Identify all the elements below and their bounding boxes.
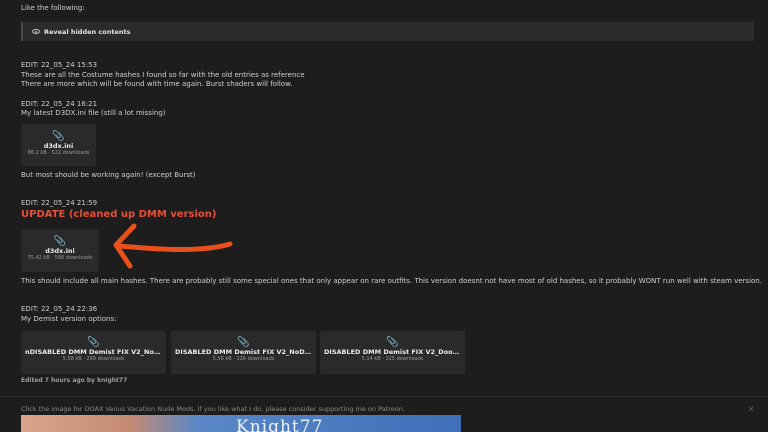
paperclip-icon: 📎	[386, 337, 399, 348]
attachment-meta: 5.56 kB · 226 downloads	[212, 356, 275, 362]
ad-close-icon[interactable]: ×	[748, 405, 754, 413]
ad-text: Click the image for DOAX Venus Vacation …	[21, 405, 405, 413]
attachment-name: nDISABLED DMM Demist FIX V2_NoDoor...	[25, 348, 166, 356]
paperclip-icon: 📎	[53, 236, 67, 247]
post-text: There are more which will be found with …	[21, 80, 293, 88]
post-text: But most should be working again! (excep…	[21, 171, 196, 179]
attachment-meta: 86.2 kB · 522 downloads	[27, 150, 90, 156]
attachment-name: d3dx.ini	[43, 142, 74, 150]
attachment-name: DISABLED DMM Demist FIX V2_NoDoors...	[175, 348, 316, 356]
intro-text: Like the following:	[21, 4, 85, 12]
paperclip-icon: 📎	[87, 337, 100, 348]
post-text: My Demist version options:	[21, 315, 117, 323]
attachment-d3dx-ini[interactable]: 📎 d3dx.ini 86.2 kB · 522 downloads	[21, 124, 96, 166]
edit-timestamp: EDIT: 22_05_24 21:59	[21, 199, 98, 207]
divider	[0, 396, 768, 397]
banner-logo-text: Knight77	[236, 417, 324, 432]
post-text: These are all the Costume hashes I found…	[21, 71, 305, 79]
eye-icon	[32, 29, 40, 34]
post-text: This should include all main hashes. The…	[21, 277, 762, 285]
annotation-arrow	[113, 223, 233, 269]
edited-note: Edited 7 hours ago by knight77	[21, 377, 128, 384]
attachment-name: DISABLED DMM Demist FIX V2_Doors_D...	[324, 348, 465, 356]
edit-timestamp: EDIT: 22_05_24 22:36	[21, 305, 98, 313]
ad-banner[interactable]: Knight77	[21, 415, 461, 432]
edit-timestamp: EDIT: 22_05_24 16:21	[21, 100, 98, 108]
attachment-meta: 5.58 kB · 299 downloads	[62, 356, 125, 362]
reveal-hidden-contents[interactable]: Reveal hidden contents	[21, 22, 754, 41]
edit-timestamp: EDIT: 22_05_24 15:53	[21, 61, 98, 69]
attachment-demist-2[interactable]: 📎 DISABLED DMM Demist FIX V2_NoDoors... …	[171, 331, 316, 374]
attachment-demist-1[interactable]: 📎 nDISABLED DMM Demist FIX V2_NoDoor... …	[21, 331, 166, 374]
post-text: My latest D3DX.ini file (still a lot mis…	[21, 109, 166, 117]
attachment-meta: 75.42 kB · 588 downloads	[27, 255, 93, 261]
reveal-label: Reveal hidden contents	[44, 27, 131, 36]
attachment-name: d3dx.ini	[45, 247, 75, 255]
update-heading: UPDATE (cleaned up DMM version)	[21, 209, 217, 220]
attachment-meta: 5.14 kB · 225 downloads	[361, 356, 424, 362]
paperclip-icon: 📎	[52, 131, 65, 142]
attachment-d3dx-ini-2[interactable]: 📎 d3dx.ini 75.42 kB · 588 downloads	[21, 229, 99, 272]
paperclip-icon: 📎	[237, 337, 250, 348]
attachment-demist-3[interactable]: 📎 DISABLED DMM Demist FIX V2_Doors_D... …	[320, 331, 465, 374]
